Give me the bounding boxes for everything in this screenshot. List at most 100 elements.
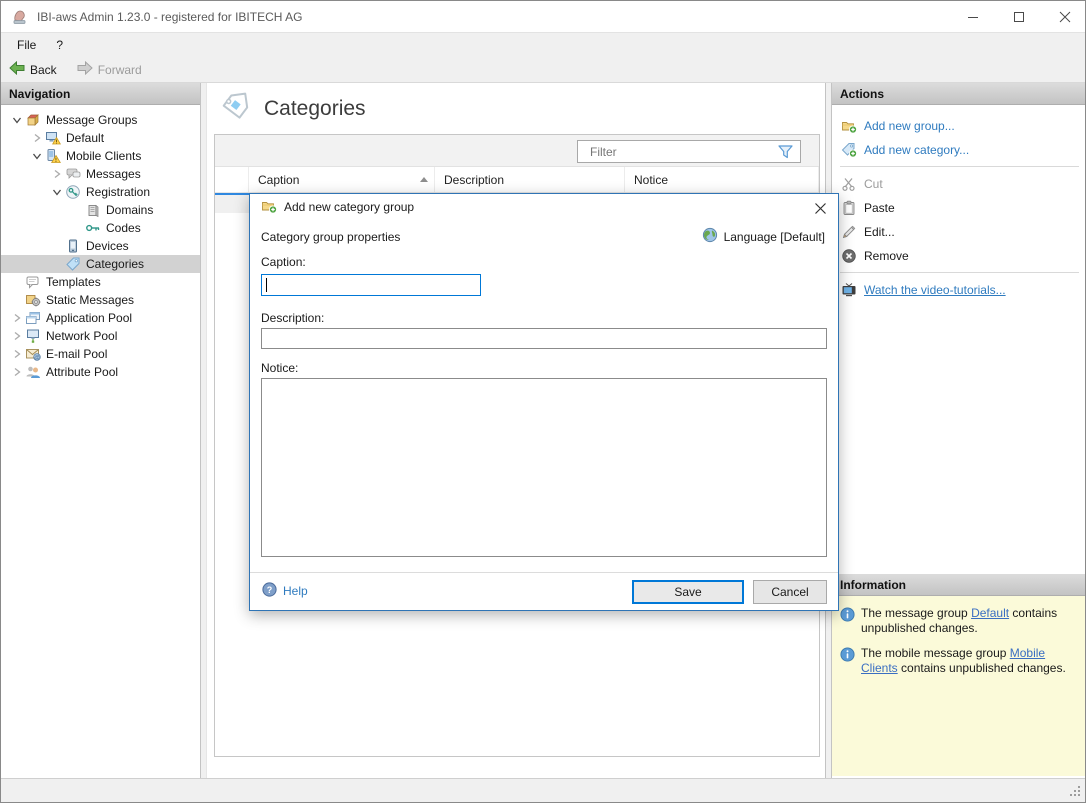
menu-help[interactable]: ?	[46, 33, 73, 57]
chevron-open-icon[interactable]	[9, 112, 25, 128]
close-button[interactable]	[1055, 7, 1075, 27]
description-field[interactable]	[261, 328, 827, 349]
chevron-closed-icon[interactable]	[9, 328, 25, 344]
menubar: File ?	[1, 33, 1085, 57]
action-cut: Cut	[832, 173, 1086, 195]
action-remove[interactable]: Remove	[832, 245, 1086, 267]
clipboard-icon	[841, 200, 857, 216]
templates-icon	[25, 274, 41, 290]
nav-item-codes[interactable]: Codes	[1, 219, 200, 237]
nav-item-messages[interactable]: Messages	[1, 165, 200, 183]
nav-item-label: Registration	[86, 185, 156, 199]
network-pool-icon	[25, 328, 41, 344]
tree-indent	[9, 274, 25, 290]
nav-item-label: E-mail Pool	[46, 347, 113, 361]
globe-icon	[702, 227, 718, 246]
right-panel: Actions Add new group...Add new category…	[831, 83, 1086, 778]
section-label: Category group properties	[261, 230, 400, 244]
save-button[interactable]: Save	[632, 580, 744, 604]
filter-placeholder: Filter	[590, 145, 778, 159]
notice-field[interactable]	[261, 378, 827, 557]
resize-grip-icon[interactable]	[1069, 785, 1082, 801]
nav-item-default[interactable]: Default	[1, 129, 200, 147]
back-button[interactable]: Back	[9, 61, 57, 78]
language-selector[interactable]: Language [Default]	[702, 227, 825, 246]
dialog-title: Add new category group	[284, 200, 414, 214]
nav-item-application-pool[interactable]: Application Pool	[1, 309, 200, 327]
folder-add-icon	[841, 118, 857, 134]
chevron-closed-icon[interactable]	[9, 310, 25, 326]
nav-item-mobile-clients[interactable]: Mobile Clients	[1, 147, 200, 165]
chevron-closed-icon[interactable]	[9, 364, 25, 380]
codes-icon	[85, 220, 101, 236]
nav-item-templates[interactable]: Templates	[1, 273, 200, 291]
chevron-closed-icon[interactable]	[49, 166, 65, 182]
menu-file[interactable]: File	[7, 33, 46, 57]
chevron-open-icon[interactable]	[49, 184, 65, 200]
minimize-button[interactable]	[963, 7, 983, 27]
back-arrow-icon	[9, 61, 25, 78]
information-section: Information The message group Default co…	[832, 574, 1086, 776]
information-header: Information	[832, 574, 1086, 596]
tree-indent	[69, 202, 85, 218]
nav-item-attribute-pool[interactable]: Attribute Pool	[1, 363, 200, 381]
chevron-closed-icon[interactable]	[9, 346, 25, 362]
nav-item-message-groups[interactable]: Message Groups	[1, 111, 200, 129]
window-title: IBI-aws Admin 1.23.0 - registered for IB…	[37, 10, 302, 24]
text-caret	[266, 278, 267, 292]
filter-input[interactable]: Filter	[577, 140, 801, 163]
chevron-closed-icon[interactable]	[29, 130, 45, 146]
cancel-button[interactable]: Cancel	[753, 580, 827, 604]
information-list: The message group Default contains unpub…	[832, 596, 1086, 776]
forward-button[interactable]: Forward	[77, 61, 142, 78]
nav-item-static-messages[interactable]: Static Messages	[1, 291, 200, 309]
footer-divider	[250, 572, 838, 573]
nav-item-label: Application Pool	[46, 311, 138, 325]
svg-text:?: ?	[267, 585, 273, 595]
svg-text:@: @	[34, 355, 40, 361]
actions-divider	[840, 272, 1079, 273]
nav-item-network-pool[interactable]: Network Pool	[1, 327, 200, 345]
tree-indent	[49, 256, 65, 272]
tree-indent	[69, 220, 85, 236]
info-circle-icon	[840, 647, 855, 676]
help-link[interactable]: ? Help	[262, 582, 308, 600]
pencil-icon	[841, 224, 857, 240]
nav-item-label: Default	[66, 131, 110, 145]
info-text-prefix: The mobile message group	[861, 646, 1010, 660]
navigation-panel: Navigation Message GroupsDefaultMobile C…	[1, 83, 201, 778]
back-label: Back	[30, 63, 57, 77]
action-label: Cut	[864, 177, 883, 191]
caption-field[interactable]	[261, 274, 481, 296]
column-header-notice[interactable]: Notice	[625, 167, 819, 192]
column-header-description[interactable]: Description	[435, 167, 625, 192]
nav-item-domains[interactable]: Domains	[1, 201, 200, 219]
action-add-new-group[interactable]: Add new group...	[832, 115, 1086, 137]
action-edit[interactable]: Edit...	[832, 221, 1086, 243]
nav-item-devices[interactable]: Devices	[1, 237, 200, 255]
nav-item-e-mail-pool[interactable]: @ E-mail Pool	[1, 345, 200, 363]
filter-funnel-icon[interactable]	[778, 145, 793, 159]
titlebar: IBI-aws Admin 1.23.0 - registered for IB…	[1, 1, 1085, 33]
nav-item-registration[interactable]: Registration	[1, 183, 200, 201]
nav-item-categories[interactable]: Categories	[1, 255, 200, 273]
maximize-button[interactable]	[1009, 7, 1029, 27]
application-pool-icon	[25, 310, 41, 326]
window-controls	[963, 1, 1075, 33]
remove-circle-icon	[841, 248, 857, 264]
action-paste[interactable]: Paste	[832, 197, 1086, 219]
link-default[interactable]: Default	[971, 606, 1009, 620]
action-label: Add new category...	[864, 143, 969, 157]
info-circle-icon	[840, 607, 855, 636]
action-add-new-category[interactable]: Add new category...	[832, 139, 1086, 161]
action-watch-the-video-tutorials[interactable]: Watch the video-tutorials...	[832, 279, 1086, 301]
column-header-caption[interactable]: Caption	[249, 167, 435, 192]
info-item: The message group Default contains unpub…	[840, 606, 1079, 636]
app-icon	[11, 8, 29, 26]
add-category-group-dialog: Add new category group Category group pr…	[249, 193, 839, 611]
action-label: Paste	[864, 201, 895, 215]
chevron-open-icon[interactable]	[29, 148, 45, 164]
dialog-close-icon[interactable]	[811, 199, 829, 217]
tree-indent	[49, 238, 65, 254]
nav-item-label: Mobile Clients	[66, 149, 147, 163]
